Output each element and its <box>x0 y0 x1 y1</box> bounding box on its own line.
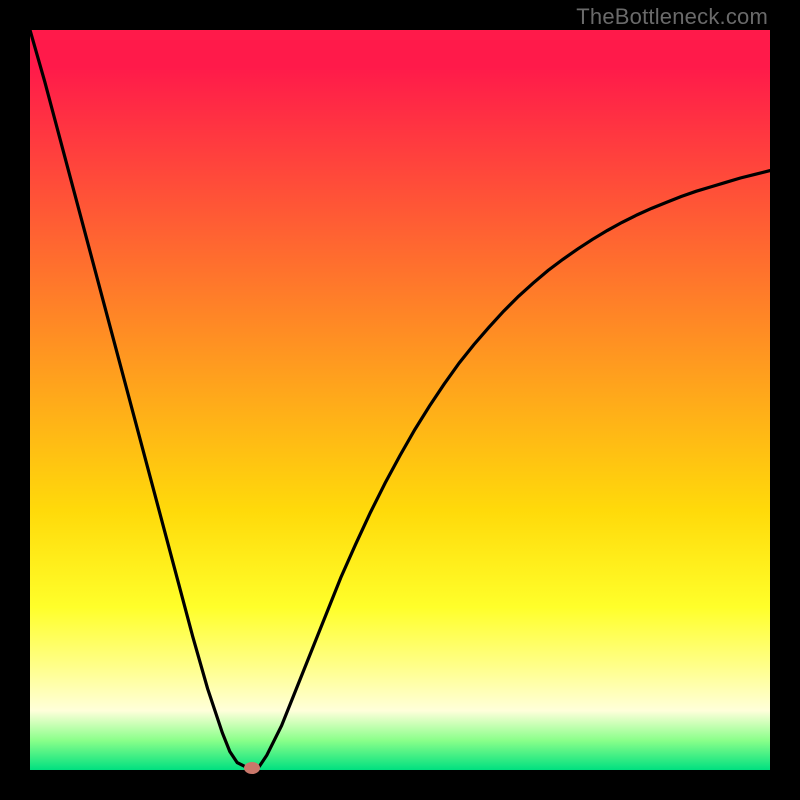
chart-frame: TheBottleneck.com <box>0 0 800 800</box>
optimal-point-marker <box>244 762 260 774</box>
bottleneck-curve <box>30 30 770 770</box>
attribution-text: TheBottleneck.com <box>576 4 768 30</box>
curve-layer <box>30 30 770 770</box>
